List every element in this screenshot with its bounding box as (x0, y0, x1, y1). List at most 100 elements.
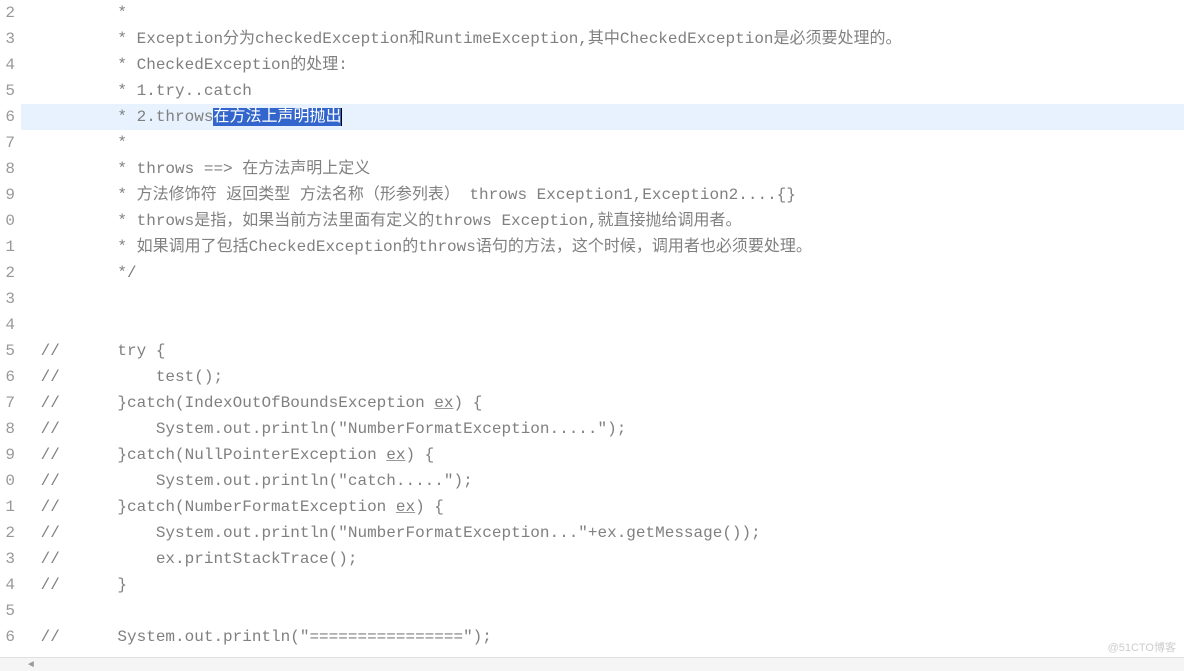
comment-text: * (31, 82, 137, 100)
comment-text: * (31, 56, 137, 74)
code-text: }catch(NumberFormatException (60, 498, 396, 516)
line-number: 6 (0, 624, 15, 650)
line-number: 3 (0, 26, 15, 52)
comment-text: 方法修饰符 返回类型 方法名称（形参列表） throws Exception1,… (137, 186, 796, 204)
line-number: 4 (0, 312, 15, 338)
comment-slash: // (31, 446, 60, 464)
code-line[interactable]: // }catch(NumberFormatException ex) { (21, 494, 1184, 520)
line-number: 2 (0, 520, 15, 546)
code-line[interactable]: // }catch(NullPointerException ex) { (21, 442, 1184, 468)
comment-text: 2.throws (137, 108, 214, 126)
comment-slash: // (31, 498, 60, 516)
line-number-gutter: 2 3 4 5 6 7 8 9 0 1 2 3 4 5 6 7 8 9 0 1 … (0, 0, 21, 671)
code-line[interactable]: * CheckedException的处理: (21, 52, 1184, 78)
code-line[interactable] (21, 286, 1184, 312)
comment-text: * (31, 186, 137, 204)
line-number: 1 (0, 494, 15, 520)
code-line[interactable]: * throws ==> 在方法声明上定义 (21, 156, 1184, 182)
watermark-text: @51CTO博客 (1108, 639, 1176, 655)
variable-ex: ex (434, 394, 453, 412)
comment-text: Exception分为checkedException和RuntimeExcep… (137, 30, 902, 48)
code-line[interactable]: * Exception分为checkedException和RuntimeExc… (21, 26, 1184, 52)
code-line[interactable]: */ (21, 260, 1184, 286)
code-line[interactable]: * 1.try..catch (21, 78, 1184, 104)
code-text: ex.printStackTrace(); (60, 550, 358, 568)
selected-text: 在方法上声明抛出 (213, 108, 341, 126)
scroll-left-arrow-icon[interactable]: ◄ (28, 660, 34, 671)
code-line[interactable]: * throws是指，如果当前方法里面有定义的throws Exception,… (21, 208, 1184, 234)
comment-slash: // (31, 628, 60, 646)
code-text: test(); (60, 368, 223, 386)
line-number: 3 (0, 546, 15, 572)
comment-text: * (31, 108, 137, 126)
code-text: System.out.println("NumberFormatExceptio… (60, 524, 761, 542)
comment-text: CheckedException的处理: (137, 56, 348, 74)
line-number: 1 (0, 234, 15, 260)
comment-slash: // (31, 420, 60, 438)
comment-slash: // (31, 394, 60, 412)
code-line[interactable]: // test(); (21, 364, 1184, 390)
code-text: }catch(NullPointerException (60, 446, 386, 464)
line-number: 6 (0, 104, 15, 130)
line-number: 5 (0, 338, 15, 364)
line-number: 4 (0, 52, 15, 78)
line-number: 0 (0, 208, 15, 234)
line-number: 3 (0, 286, 15, 312)
code-line[interactable]: // System.out.println("NumberFormatExcep… (21, 416, 1184, 442)
line-number: 2 (0, 260, 15, 286)
code-line[interactable]: // }catch(IndexOutOfBoundsException ex) … (21, 390, 1184, 416)
comment-text: * (31, 134, 127, 152)
code-line[interactable]: * 方法修饰符 返回类型 方法名称（形参列表） throws Exception… (21, 182, 1184, 208)
code-line-highlighted[interactable]: * 2.throws在方法上声明抛出 (21, 104, 1184, 130)
code-text: ) { (405, 446, 434, 464)
comment-slash: // (31, 368, 60, 386)
line-number: 4 (0, 572, 15, 598)
line-number: 7 (0, 390, 15, 416)
code-line[interactable] (21, 598, 1184, 624)
comment-text: 1.try..catch (137, 82, 252, 100)
code-line[interactable]: // System.out.println("NumberFormatExcep… (21, 520, 1184, 546)
code-line[interactable] (21, 312, 1184, 338)
comment-text: * (31, 160, 137, 178)
code-line[interactable]: // } (21, 572, 1184, 598)
code-content-area[interactable]: * * Exception分为checkedException和RuntimeE… (21, 0, 1184, 671)
comment-text: * (31, 4, 127, 22)
code-line[interactable]: // System.out.println("================"… (21, 624, 1184, 650)
comment-text: 如果调用了包括CheckedException的throws语句的方法，这个时候… (137, 238, 812, 256)
text-cursor (341, 108, 342, 126)
comment-text: * (31, 212, 137, 230)
line-number: 8 (0, 416, 15, 442)
comment-text: throws是指，如果当前方法里面有定义的throws Exception,就直… (137, 212, 742, 230)
line-number: 8 (0, 156, 15, 182)
variable-ex: ex (386, 446, 405, 464)
code-text: ) { (453, 394, 482, 412)
code-text: ) { (415, 498, 444, 516)
code-editor[interactable]: 2 3 4 5 6 7 8 9 0 1 2 3 4 5 6 7 8 9 0 1 … (0, 0, 1184, 671)
code-text: System.out.println("NumberFormatExceptio… (60, 420, 627, 438)
comment-slash: // (31, 576, 60, 594)
code-line[interactable]: * (21, 130, 1184, 156)
variable-ex: ex (396, 498, 415, 516)
comment-slash: // (31, 472, 60, 490)
code-line[interactable]: // System.out.println("catch....."); (21, 468, 1184, 494)
code-text: }catch(IndexOutOfBoundsException (60, 394, 434, 412)
line-number: 7 (0, 130, 15, 156)
code-line[interactable]: // ex.printStackTrace(); (21, 546, 1184, 572)
comment-text: * (31, 238, 137, 256)
line-number: 2 (0, 0, 15, 26)
code-text: } (60, 576, 127, 594)
comment-slash: // (31, 550, 60, 568)
comment-slash: // (31, 342, 60, 360)
code-line[interactable]: * 如果调用了包括CheckedException的throws语句的方法，这个… (21, 234, 1184, 260)
code-text: try { (60, 342, 166, 360)
comment-text: * (31, 30, 137, 48)
code-line[interactable]: // try { (21, 338, 1184, 364)
comment-text: */ (31, 264, 137, 282)
line-number: 6 (0, 364, 15, 390)
code-text: System.out.println("================"); (60, 628, 492, 646)
horizontal-scrollbar[interactable]: ◄ (0, 657, 1184, 671)
code-line[interactable]: * (21, 0, 1184, 26)
comment-text: throws ==> 在方法声明上定义 (137, 160, 371, 178)
line-number: 5 (0, 598, 15, 624)
line-number: 5 (0, 78, 15, 104)
